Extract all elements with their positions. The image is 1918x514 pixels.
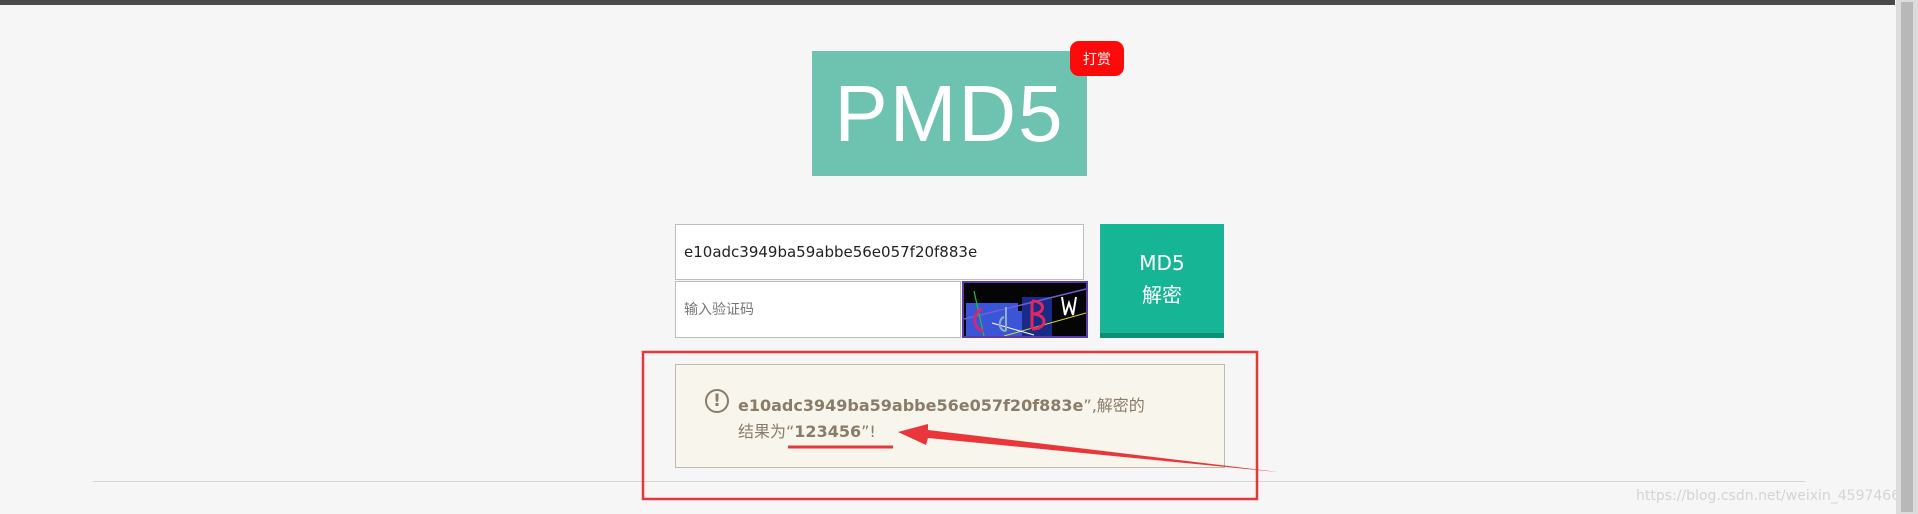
hash-input[interactable] bbox=[675, 224, 1084, 280]
captcha-image[interactable] bbox=[962, 281, 1088, 338]
pmd5-logo[interactable]: PMD5 bbox=[812, 51, 1087, 176]
result-line-1: e10adc3949ba59abbe56e057f20f883e”,解密的 bbox=[738, 392, 1145, 416]
captcha-noise-graphic bbox=[964, 283, 1086, 336]
result-hash: e10adc3949ba59abbe56e057f20f883e bbox=[738, 396, 1084, 415]
md5-decrypt-button[interactable]: MD5 解密 bbox=[1100, 224, 1224, 338]
reward-badge-label: 打赏 bbox=[1083, 51, 1111, 68]
page-divider bbox=[93, 481, 1805, 482]
result-message-box: ! e10adc3949ba59abbe56e057f20f883e”,解密的 … bbox=[675, 364, 1225, 468]
result-text-after-hash: ”,解密的 bbox=[1083, 396, 1145, 415]
scrollbar-thumb[interactable] bbox=[1901, 2, 1913, 512]
vertical-scrollbar[interactable] bbox=[1896, 0, 1918, 514]
exclamation-icon: ! bbox=[705, 389, 729, 413]
watermark-text: https://blog.csdn.net/weixin_45974667 bbox=[1636, 488, 1910, 504]
result-text-before-value: 结果为“ bbox=[738, 422, 795, 441]
result-line-2: 结果为“123456”! bbox=[738, 418, 876, 442]
reward-badge[interactable]: 打赏 bbox=[1070, 41, 1124, 76]
button-label-line1: MD5 bbox=[1139, 250, 1185, 275]
logo-text: PMD5 bbox=[834, 68, 1065, 158]
captcha-input[interactable] bbox=[675, 281, 961, 338]
button-label-line2: 解密 bbox=[1142, 282, 1182, 307]
result-text-after-value: ”! bbox=[861, 422, 876, 441]
window-top-bar bbox=[0, 0, 1895, 5]
result-value: 123456 bbox=[794, 422, 862, 441]
